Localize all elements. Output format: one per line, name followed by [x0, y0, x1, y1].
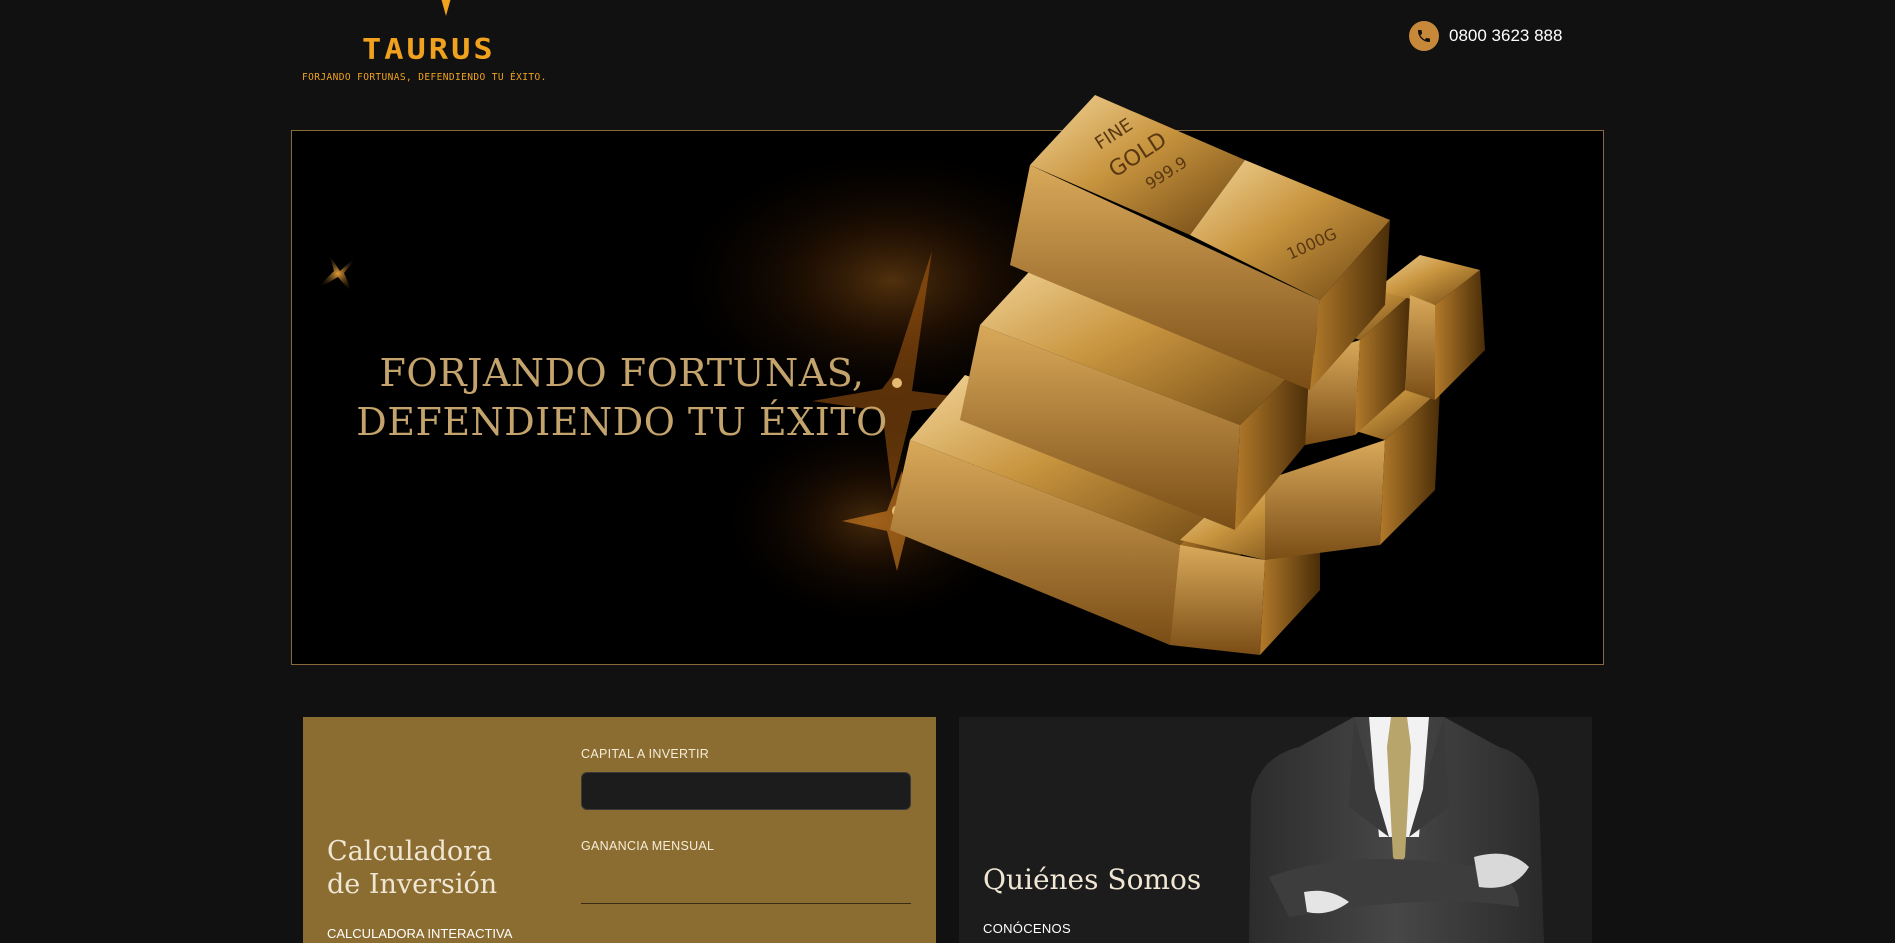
- logo-tagline: FORJANDO FORTUNAS, DEFENDIENDO TU ÉXITO.: [302, 72, 547, 83]
- businessman-image: [1249, 717, 1544, 943]
- hero-headline-line2: DEFENDIENDO TU ÉXITO: [356, 400, 888, 444]
- calculator-title: Calculadora de Inversión: [327, 835, 497, 901]
- header-phone[interactable]: 0800 3623 888: [1409, 21, 1562, 51]
- capital-input[interactable]: [581, 772, 911, 810]
- hero-banner: FORJANDO FORTUNAS, DEFENDIENDO TU ÉXITO: [291, 130, 1604, 665]
- hero-headline-line1: FORJANDO FORTUNAS,: [379, 351, 865, 395]
- calculator-title-line2: de Inversión: [327, 869, 498, 900]
- gain-label: GANANCIA MENSUAL: [581, 839, 715, 853]
- drop-icon: [441, 0, 451, 16]
- calculator-title-line1: Calculadora: [327, 836, 493, 867]
- investment-calculator-card: Calculadora de Inversión CALCULADORA INT…: [303, 717, 936, 943]
- gain-output: [581, 903, 911, 904]
- about-subtitle[interactable]: CONÓCENOS: [983, 921, 1071, 936]
- logo-wordmark: TAURUS: [362, 31, 496, 67]
- phone-number[interactable]: 0800 3623 888: [1449, 26, 1562, 46]
- calculator-subtitle: CALCULADORA INTERACTIVA: [327, 926, 513, 941]
- hero-headline: FORJANDO FORTUNAS, DEFENDIENDO TU ÉXITO: [292, 349, 952, 447]
- about-title: Quiénes Somos: [983, 863, 1202, 896]
- phone-icon: [1409, 21, 1439, 51]
- about-us-card[interactable]: Quiénes Somos CONÓCENOS: [959, 717, 1592, 943]
- capital-label: CAPITAL A INVERTIR: [581, 747, 710, 761]
- brand-logo[interactable]: TAURUS FORJANDO FORTUNAS, DEFENDIENDO TU…: [300, 0, 610, 90]
